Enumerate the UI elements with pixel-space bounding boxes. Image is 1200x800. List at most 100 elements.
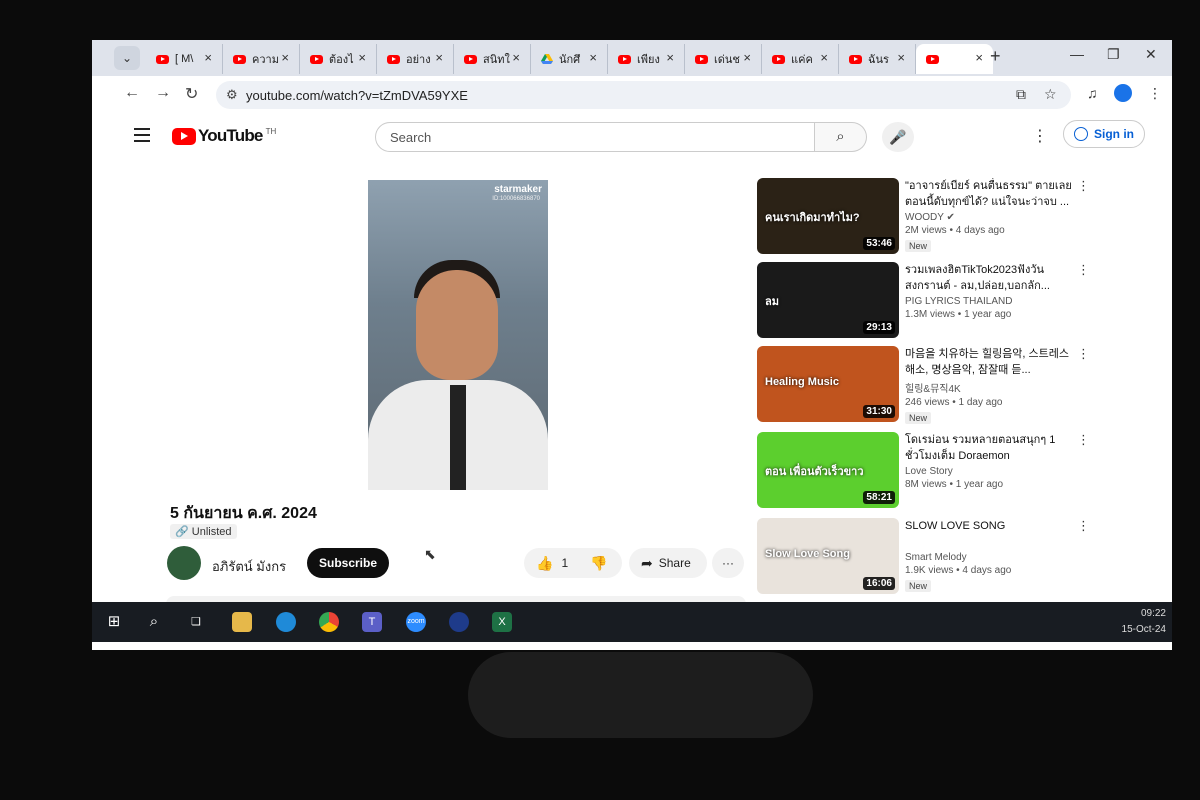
close-tab-icon[interactable]: × — [897, 50, 905, 65]
more-actions-icon[interactable]: ··· — [712, 548, 744, 578]
sign-in-button[interactable]: Sign in — [1063, 120, 1145, 148]
suggested-channel[interactable]: WOODY ✔ — [905, 212, 1075, 223]
youtube-icon — [310, 54, 323, 64]
task-view-icon[interactable]: ❏ — [186, 612, 206, 632]
maximize-icon[interactable]: ❐ — [1107, 46, 1120, 63]
screen: ⌄ [ M\ × ความ × ต้องไ × อย่าง × สนิทใ × นักศึ × เพีย… — [92, 40, 1172, 650]
suggested-video[interactable]: Healing Music 31:30 마음을 치유하는 힐링음악, 스트레스 해소… — [757, 346, 1167, 426]
close-tab-icon[interactable]: × — [204, 50, 212, 65]
browser-tab[interactable]: × — [916, 44, 993, 74]
url-text[interactable]: youtube.com/watch?v=tZmDVA59YXE — [246, 88, 468, 103]
video-options-icon[interactable]: ⋮ — [1077, 346, 1090, 362]
suggested-video[interactable]: คนเราเกิดมาทำไม? 53:46 "อาจารย์เบียร์ คนตื… — [757, 178, 1167, 258]
suggested-channel[interactable]: 힐링&뮤직4K — [905, 380, 1075, 395]
close-tab-icon[interactable]: × — [512, 50, 520, 65]
new-tab-button[interactable]: + — [990, 46, 1001, 67]
close-tab-icon[interactable]: × — [589, 50, 597, 65]
youtube-logo[interactable]: YouTube TH — [172, 126, 276, 146]
view-count: 1.9K views — [905, 565, 954, 576]
video-thumbnail[interactable]: คนเราเกิดมาทำไม? 53:46 — [757, 178, 899, 254]
video-thumbnail[interactable]: ลม 29:13 — [757, 262, 899, 338]
site-info-icon[interactable]: ⚙ — [226, 87, 238, 103]
install-app-icon[interactable]: ⧉ — [1016, 86, 1026, 103]
share-button[interactable]: ➦ Share — [629, 548, 707, 578]
file-explorer-icon[interactable] — [232, 612, 252, 632]
suggested-title[interactable]: SLOW LOVE SONG — [905, 518, 1075, 550]
video-thumbnail[interactable]: Slow Love Song 16:06 — [757, 518, 899, 594]
suggested-title[interactable]: 마음을 치유하는 힐링음악, 스트레스 해소, 명상음악, 잠잘때 듣... — [905, 346, 1075, 378]
search-icon[interactable]: ⌕ — [144, 612, 164, 632]
suggested-title[interactable]: รวมเพลงฮิตTikTok2023ฟังวันสงกรานต์ - ลม,… — [905, 262, 1075, 294]
video-options-icon[interactable]: ⋮ — [1077, 518, 1090, 534]
suggested-channel[interactable]: Smart Melody — [905, 552, 1075, 563]
youtube-play-icon — [172, 127, 196, 145]
microphone-icon[interactable]: 🎤 — [882, 122, 914, 152]
search-input[interactable]: Search — [375, 122, 815, 152]
video-options-icon[interactable]: ⋮ — [1077, 432, 1090, 448]
browser-tab[interactable]: เพียง × — [608, 44, 685, 74]
browser-tab[interactable]: ฉันร × — [839, 44, 916, 74]
suggested-video[interactable]: ลม 29:13 รวมเพลงฮิตTikTok2023ฟังวันสงกรานต… — [757, 262, 1167, 342]
video-title: 5 กันยายน ค.ศ. 2024 — [170, 505, 317, 522]
suggested-video[interactable]: ตอน เพื่อนตัวเร็วขาว 58:21 โดเรม่อน รวมหลา… — [757, 432, 1167, 512]
profile-avatar-icon[interactable] — [1114, 84, 1132, 102]
close-window-icon[interactable]: ✕ — [1145, 46, 1157, 63]
channel-avatar[interactable] — [167, 546, 201, 580]
media-control-icon[interactable]: ♫ — [1087, 85, 1098, 101]
dislike-icon[interactable]: 👎 — [590, 555, 607, 572]
suggested-video[interactable]: Slow Love Song 16:06 SLOW LOVE SONG Smart M… — [757, 518, 1167, 598]
video-options-icon[interactable]: ⋮ — [1077, 262, 1090, 278]
video-options-icon[interactable]: ⋮ — [1077, 178, 1090, 194]
thumbnail-caption: Slow Love Song — [765, 548, 850, 560]
close-tab-icon[interactable]: × — [743, 50, 751, 65]
minimize-icon[interactable]: — — [1070, 46, 1084, 62]
video-thumbnail[interactable]: ตอน เพื่อนตัวเร็วขาว 58:21 — [757, 432, 899, 508]
reload-icon[interactable]: ↻ — [185, 84, 198, 104]
view-count: 1.3M views — [905, 309, 956, 320]
like-count: 1 — [561, 556, 569, 570]
close-tab-icon[interactable]: × — [975, 50, 983, 65]
video-thumbnail[interactable]: Healing Music 31:30 — [757, 346, 899, 422]
settings-kebab-icon[interactable]: ⋮ — [1032, 126, 1048, 146]
browser-tab[interactable]: ความ × — [223, 44, 300, 74]
bookmark-star-icon[interactable]: ☆ — [1044, 86, 1057, 103]
browser-tab[interactable]: สนิทใ × — [454, 44, 531, 74]
start-icon[interactable]: ⊞ — [104, 612, 124, 632]
back-icon[interactable]: ← — [124, 84, 140, 102]
browser-menu-icon[interactable]: ⋮ — [1148, 85, 1162, 102]
zoom-icon[interactable]: zoom — [406, 612, 426, 632]
close-tab-icon[interactable]: × — [358, 50, 366, 65]
suggested-channel[interactable]: Love Story — [905, 466, 1075, 477]
browser-tab[interactable]: เด่นช × — [685, 44, 762, 74]
chrome-icon[interactable] — [319, 612, 339, 632]
video-player[interactable]: starmaker ID:100066836870 — [368, 180, 548, 490]
browser-tab[interactable]: นักศึ × — [531, 44, 608, 74]
forward-icon[interactable]: → — [155, 84, 171, 102]
close-tab-icon[interactable]: × — [666, 50, 674, 65]
webex-icon[interactable] — [449, 612, 469, 632]
tab-search-chevron-icon[interactable]: ⌄ — [114, 46, 140, 70]
excel-icon[interactable]: X — [492, 612, 512, 632]
tab-title: อย่าง — [406, 54, 431, 66]
browser-tab[interactable]: แค่ค × — [762, 44, 839, 74]
hamburger-menu-icon[interactable] — [134, 128, 150, 146]
browser-tab[interactable]: ต้องไ × — [300, 44, 377, 74]
sign-in-label: Sign in — [1094, 127, 1134, 141]
browser-tab[interactable]: อย่าง × — [377, 44, 454, 74]
close-tab-icon[interactable]: × — [281, 50, 289, 65]
close-tab-icon[interactable]: × — [820, 50, 828, 65]
close-tab-icon[interactable]: × — [435, 50, 443, 65]
suggested-channel[interactable]: PIG LYRICS THAILAND — [905, 296, 1075, 307]
subscribe-button[interactable]: Subscribe — [307, 548, 389, 578]
browser-tab[interactable]: [ M\ × — [146, 44, 223, 74]
suggested-title[interactable]: โดเรม่อน รวมหลายตอนสนุกๆ 1 ชั่วโมงเต็ม D… — [905, 432, 1075, 464]
channel-label: PIG LYRICS THAILAND — [905, 296, 1013, 307]
teams-icon[interactable]: T — [362, 612, 382, 632]
suggested-title[interactable]: "อาจารย์เบียร์ คนตื่นธรรม" ตายเลยตอนนี้ด… — [905, 178, 1075, 210]
channel-name[interactable]: อภิรัตน์ มังกร — [212, 556, 286, 577]
like-icon[interactable]: 👍 — [536, 555, 553, 572]
address-bar[interactable]: ⚙ youtube.com/watch?v=tZmDVA59YXE ⧉ ☆ — [216, 81, 1071, 109]
system-clock[interactable]: 09:22 15-Oct-24 — [1122, 606, 1166, 638]
search-icon[interactable]: ⌕ — [815, 122, 867, 152]
edge-icon[interactable] — [276, 612, 296, 632]
